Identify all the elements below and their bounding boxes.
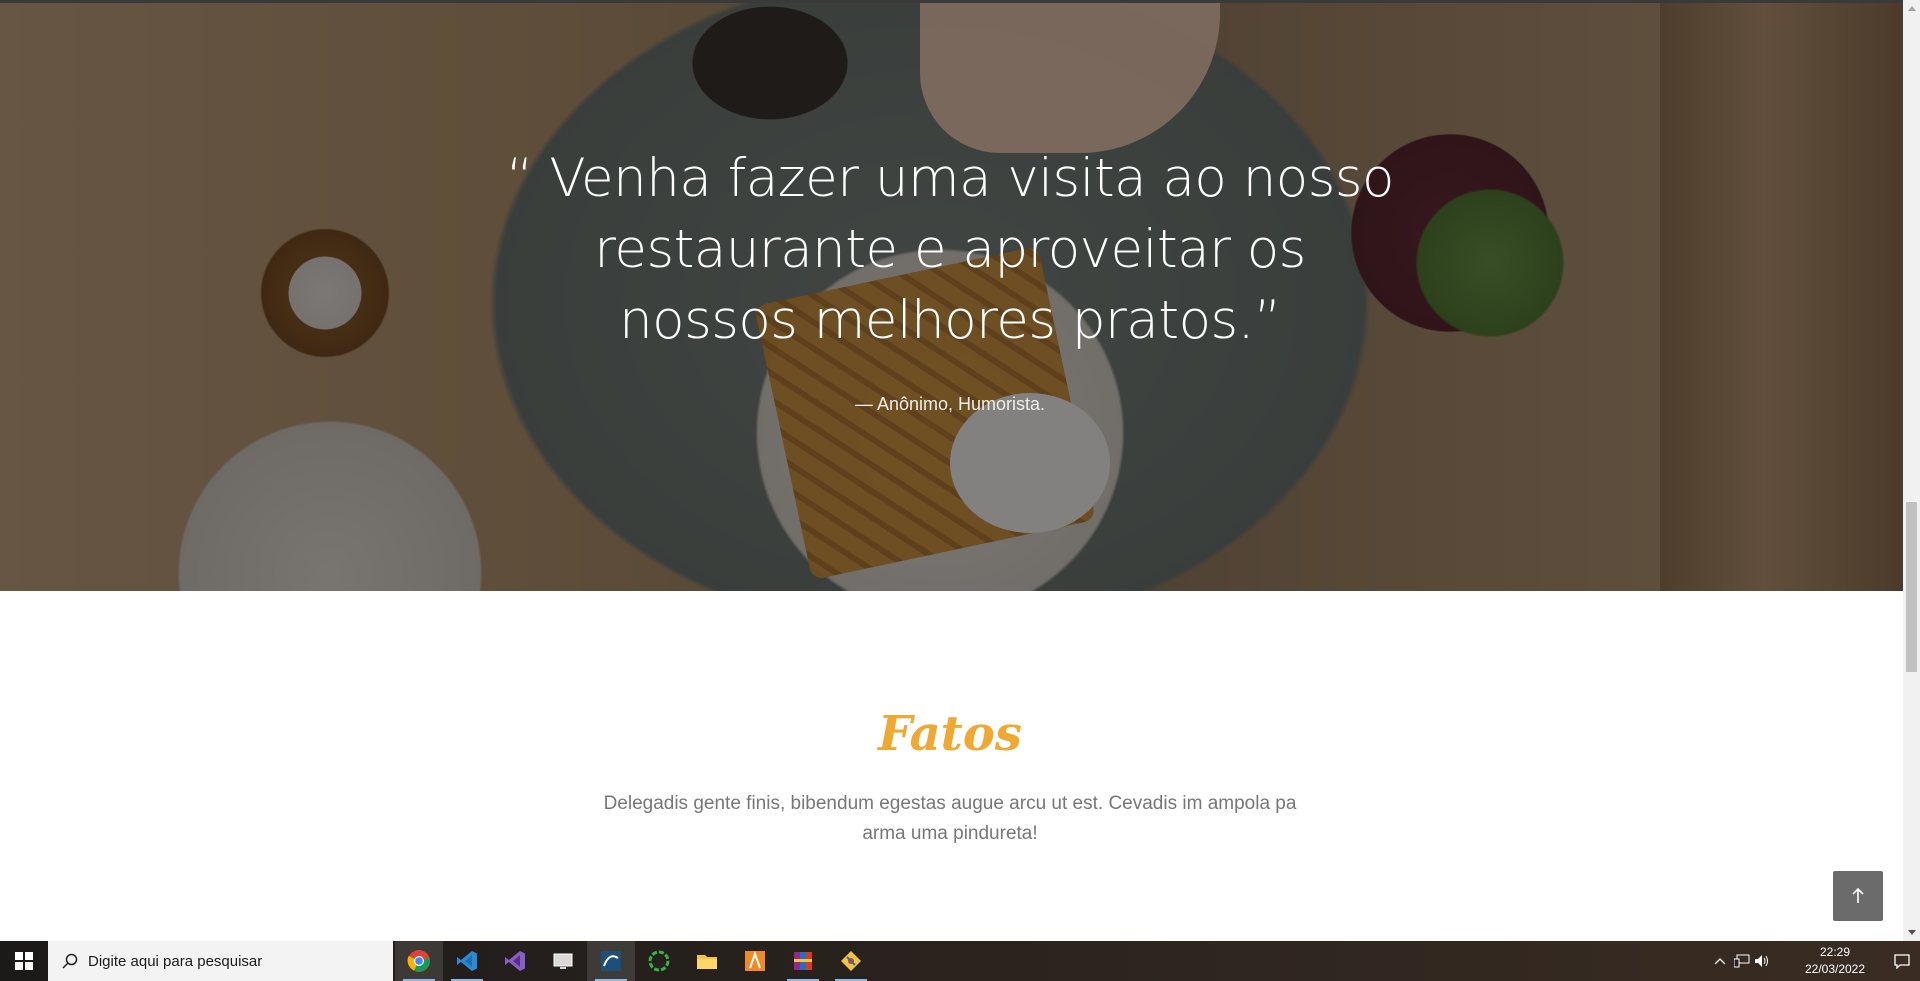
- page-scrollbar[interactable]: [1903, 0, 1920, 941]
- spinner-app-icon: [648, 950, 670, 972]
- taskbar-app-git[interactable]: [827, 941, 875, 981]
- hero-quote-author: — Anônimo, Humorista.: [854, 394, 1046, 414]
- taskbar-app-virtual-machine[interactable]: [539, 941, 587, 981]
- scroll-up-arrow-icon[interactable]: [1903, 0, 1920, 17]
- windows-taskbar: Digite aqui para pesquisar 22:29 22/03/2…: [0, 941, 1920, 981]
- clock-time: 22:29: [1819, 945, 1851, 959]
- fatos-title: Fatos: [878, 706, 1022, 762]
- fatos-description: Delegadis gente finis, bibendum egestas …: [603, 793, 1297, 844]
- hero-section: “ Venha fazer uma visita ao nosso restau…: [0, 3, 1903, 591]
- taskbar-search-box[interactable]: Digite aqui para pesquisar: [48, 941, 393, 981]
- volume-icon[interactable]: [1752, 951, 1772, 971]
- taskbar-app-sublime[interactable]: [731, 941, 779, 981]
- vscode-icon: [457, 951, 477, 971]
- browser-viewport: “ Venha fazer uma visita ao nosso restau…: [0, 0, 1903, 941]
- hero-quote: “ Venha fazer uma visita ao nosso restau…: [506, 148, 1394, 351]
- network-icon[interactable]: [1732, 951, 1752, 971]
- system-tray: 22:29 22/03/2022: [1700, 941, 1920, 981]
- sublime-icon: [745, 951, 765, 971]
- taskbar-app-spinner[interactable]: [635, 941, 683, 981]
- start-button[interactable]: [0, 941, 48, 981]
- back-to-top-button[interactable]: [1833, 871, 1883, 921]
- taskbar-app-chrome[interactable]: [395, 941, 443, 981]
- tray-chevron-up-icon[interactable]: [1710, 951, 1730, 971]
- mysql-workbench-icon: [601, 951, 621, 971]
- taskbar-app-file-explorer[interactable]: [683, 941, 731, 981]
- notification-center-icon[interactable]: [1892, 951, 1912, 971]
- arrow-up-icon: [1852, 887, 1864, 903]
- taskbar-app-winrar[interactable]: [779, 941, 827, 981]
- taskbar-app-vscode[interactable]: [443, 941, 491, 981]
- chrome-icon: [407, 950, 430, 972]
- virtual-machine-icon: [553, 953, 573, 969]
- visual-studio-icon: [505, 951, 525, 971]
- git-icon: [841, 951, 861, 971]
- taskbar-app-visual-studio[interactable]: [491, 941, 539, 981]
- taskbar-clock[interactable]: 22:29 22/03/2022: [1800, 944, 1870, 978]
- windows-logo-icon: [15, 952, 33, 970]
- search-icon: [62, 953, 78, 969]
- clock-date: 22/03/2022: [1804, 962, 1866, 976]
- file-explorer-icon: [697, 955, 717, 969]
- scrollbar-thumb[interactable]: [1906, 502, 1917, 672]
- search-placeholder: Digite aqui para pesquisar: [88, 952, 263, 970]
- scroll-down-arrow-icon[interactable]: [1903, 924, 1920, 941]
- winrar-icon: [794, 952, 812, 970]
- taskbar-app-mysql-workbench[interactable]: [587, 941, 635, 981]
